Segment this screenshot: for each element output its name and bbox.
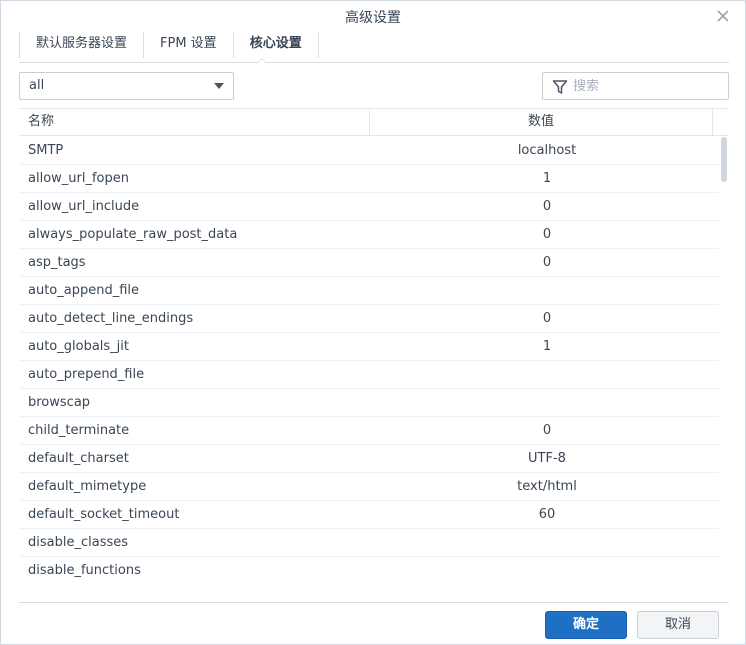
row-name: default_mimetype bbox=[28, 479, 147, 494]
row-name: auto_globals_jit bbox=[28, 339, 129, 354]
active-tab-indicator-inner bbox=[258, 59, 266, 63]
chevron-down-icon bbox=[214, 83, 224, 89]
scrollbar-thumb[interactable] bbox=[721, 137, 727, 182]
row-name: auto_prepend_file bbox=[28, 367, 145, 382]
row-value: UTF-8 bbox=[528, 451, 566, 466]
tab-core-settings[interactable]: 核心设置 bbox=[232, 32, 319, 58]
row-name: default_socket_timeout bbox=[28, 507, 180, 522]
row-name: asp_tags bbox=[28, 255, 86, 270]
table-row[interactable]: auto_detect_line_endings 0 bbox=[19, 305, 719, 333]
row-name: disable_functions bbox=[28, 563, 141, 578]
row-name: always_populate_raw_post_data bbox=[28, 227, 238, 242]
table-row[interactable]: asp_tags 0 bbox=[19, 249, 719, 277]
table-body: SMTP localhost allow_url_fopen 1 allow_url… bbox=[19, 137, 719, 584]
table-row[interactable]: always_populate_raw_post_data 0 bbox=[19, 221, 719, 249]
row-value: 1 bbox=[542, 171, 552, 186]
table-row[interactable]: SMTP localhost bbox=[19, 137, 719, 165]
table-row[interactable]: disable_functions bbox=[19, 557, 719, 584]
row-name: default_charset bbox=[28, 451, 129, 466]
table-header: 名称 数值 bbox=[19, 109, 729, 136]
row-name: browscap bbox=[28, 395, 91, 410]
column-header-name[interactable]: 名称 bbox=[19, 109, 370, 136]
table-row[interactable]: disable_classes bbox=[19, 529, 719, 557]
table-scrollbar[interactable] bbox=[721, 137, 728, 584]
row-value: 0 bbox=[542, 423, 552, 438]
column-header-value[interactable]: 数值 bbox=[370, 109, 713, 136]
advanced-settings-dialog: 高级设置 默认服务器设置 FPM 设置 核心设置 all 名称 数值 SMTP l… bbox=[0, 0, 746, 645]
row-name: disable_classes bbox=[28, 535, 129, 550]
row-value: 1 bbox=[542, 339, 552, 354]
tab-bar: 默认服务器设置 FPM 设置 核心设置 bbox=[19, 32, 319, 58]
row-value: localhost bbox=[517, 143, 577, 158]
search-input[interactable] bbox=[573, 76, 723, 96]
title-bar: 高级设置 bbox=[1, 1, 745, 33]
tab-default-server-settings[interactable]: 默认服务器设置 bbox=[19, 32, 143, 58]
table-row[interactable]: auto_append_file bbox=[19, 277, 719, 305]
row-value: text/html bbox=[517, 479, 577, 494]
table-row[interactable]: allow_url_fopen 1 bbox=[19, 165, 719, 193]
row-name: child_terminate bbox=[28, 423, 130, 438]
close-button[interactable] bbox=[715, 8, 731, 24]
row-name: allow_url_fopen bbox=[28, 171, 129, 186]
row-name: auto_append_file bbox=[28, 283, 140, 298]
row-value: 0 bbox=[542, 199, 552, 214]
row-value: 0 bbox=[542, 311, 552, 326]
dialog-title: 高级设置 bbox=[345, 10, 401, 26]
cancel-button[interactable]: 取消 bbox=[637, 611, 719, 639]
table-row[interactable]: default_socket_timeout 60 bbox=[19, 501, 719, 529]
category-filter-select[interactable]: all bbox=[19, 72, 234, 100]
tab-divider bbox=[19, 62, 729, 63]
category-filter-value: all bbox=[29, 78, 45, 93]
table-row[interactable]: browscap bbox=[19, 389, 719, 417]
row-name: auto_detect_line_endings bbox=[28, 311, 194, 326]
settings-table: 名称 数值 SMTP localhost allow_url_fopen 1 all… bbox=[19, 108, 729, 584]
table-row[interactable]: auto_prepend_file bbox=[19, 361, 719, 389]
row-value: 0 bbox=[542, 255, 552, 270]
row-value: 60 bbox=[538, 507, 556, 522]
table-row[interactable]: default_mimetype text/html bbox=[19, 473, 719, 501]
close-icon bbox=[717, 10, 729, 22]
table-row[interactable]: auto_globals_jit 1 bbox=[19, 333, 719, 361]
ok-button[interactable]: 确定 bbox=[545, 611, 627, 639]
table-row[interactable]: default_charset UTF-8 bbox=[19, 445, 719, 473]
footer-divider bbox=[19, 602, 729, 603]
row-name: allow_url_include bbox=[28, 199, 140, 214]
funnel-icon bbox=[552, 80, 568, 94]
row-value: 0 bbox=[542, 227, 552, 242]
row-name: SMTP bbox=[28, 143, 64, 158]
table-row[interactable]: allow_url_include 0 bbox=[19, 193, 719, 221]
table-row[interactable]: child_terminate 0 bbox=[19, 417, 719, 445]
search-box[interactable] bbox=[542, 72, 729, 100]
tab-fpm-settings[interactable]: FPM 设置 bbox=[143, 32, 233, 58]
